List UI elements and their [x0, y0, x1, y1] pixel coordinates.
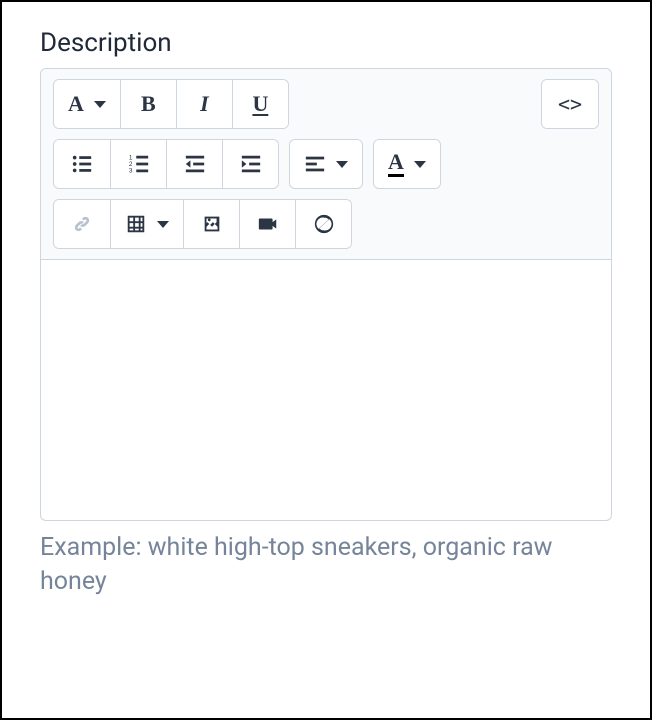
text-color-button[interactable]: A — [374, 140, 440, 188]
align-menu-button[interactable] — [290, 140, 362, 188]
link-button[interactable] — [54, 200, 110, 248]
image-icon — [201, 213, 223, 235]
list-group: 1 2 3 — [53, 139, 279, 189]
table-icon — [125, 213, 147, 235]
ban-icon — [313, 213, 335, 235]
helper-text: Example: white high-top sneakers, organi… — [40, 531, 612, 599]
align-left-icon — [304, 153, 326, 175]
italic-button[interactable]: I — [176, 80, 232, 128]
toolbar-row-3 — [53, 199, 599, 249]
underline-icon: U — [252, 91, 268, 117]
editor-content[interactable] — [41, 260, 611, 520]
italic-icon: I — [200, 91, 209, 117]
code-view-group: <> — [541, 79, 599, 129]
rich-text-editor: A B I U <> — [40, 68, 612, 521]
indent-button[interactable] — [222, 140, 278, 188]
bold-icon: B — [141, 91, 156, 117]
align-group — [289, 139, 363, 189]
svg-text:3: 3 — [128, 167, 132, 174]
table-menu-button[interactable] — [110, 200, 183, 248]
outdent-icon — [184, 153, 206, 175]
chevron-down-icon — [157, 221, 169, 228]
outdent-button[interactable] — [166, 140, 222, 188]
numbered-list-icon: 1 2 3 — [128, 153, 150, 175]
link-icon — [71, 213, 93, 235]
text-color-group: A — [373, 139, 441, 189]
underline-button[interactable]: U — [232, 80, 288, 128]
remove-format-button[interactable] — [295, 200, 351, 248]
toolbar-row-2: 1 2 3 — [53, 139, 599, 189]
chevron-down-icon — [94, 101, 106, 108]
code-icon: <> — [558, 92, 582, 116]
description-panel: Description A B I U — [0, 0, 652, 720]
video-icon — [257, 213, 279, 235]
font-icon: A — [68, 91, 84, 117]
code-view-button[interactable]: <> — [542, 80, 598, 128]
chevron-down-icon — [336, 161, 348, 168]
image-button[interactable] — [183, 200, 239, 248]
numbered-list-button[interactable]: 1 2 3 — [110, 140, 166, 188]
bold-button[interactable]: B — [120, 80, 176, 128]
field-label: Description — [40, 28, 612, 58]
bullet-list-icon — [71, 153, 93, 175]
bullet-list-button[interactable] — [54, 140, 110, 188]
text-color-icon: A — [388, 151, 404, 177]
chevron-down-icon — [414, 161, 426, 168]
font-menu-button[interactable]: A — [54, 80, 120, 128]
indent-icon — [240, 153, 262, 175]
font-style-group: A B I U — [53, 79, 289, 129]
editor-toolbar: A B I U <> — [41, 69, 611, 260]
toolbar-row-1: A B I U <> — [53, 79, 599, 129]
video-button[interactable] — [239, 200, 295, 248]
insert-group — [53, 199, 352, 249]
